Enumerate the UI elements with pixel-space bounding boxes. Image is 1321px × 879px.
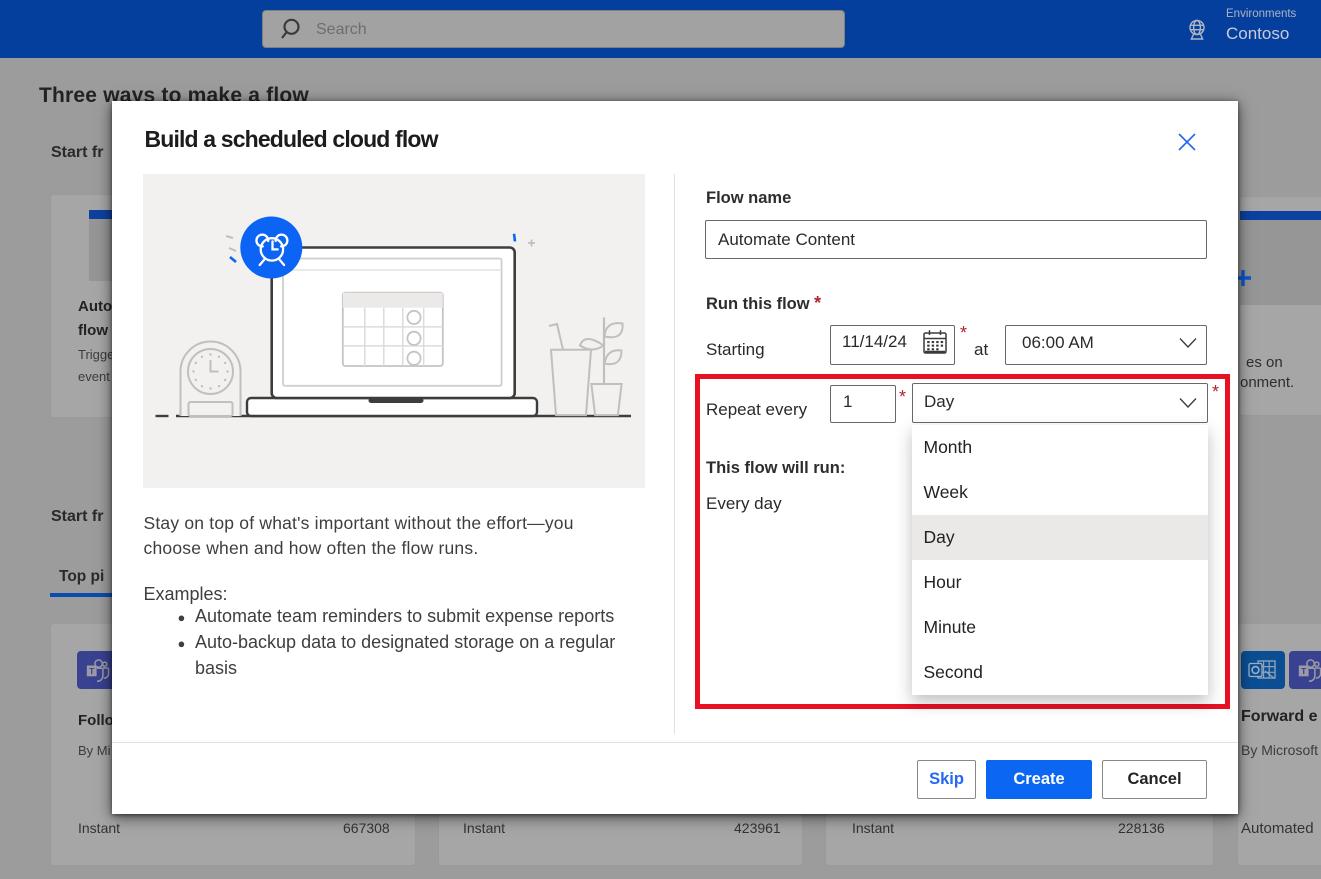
- svg-text:T: T: [1301, 666, 1307, 676]
- svg-text:T: T: [89, 666, 95, 676]
